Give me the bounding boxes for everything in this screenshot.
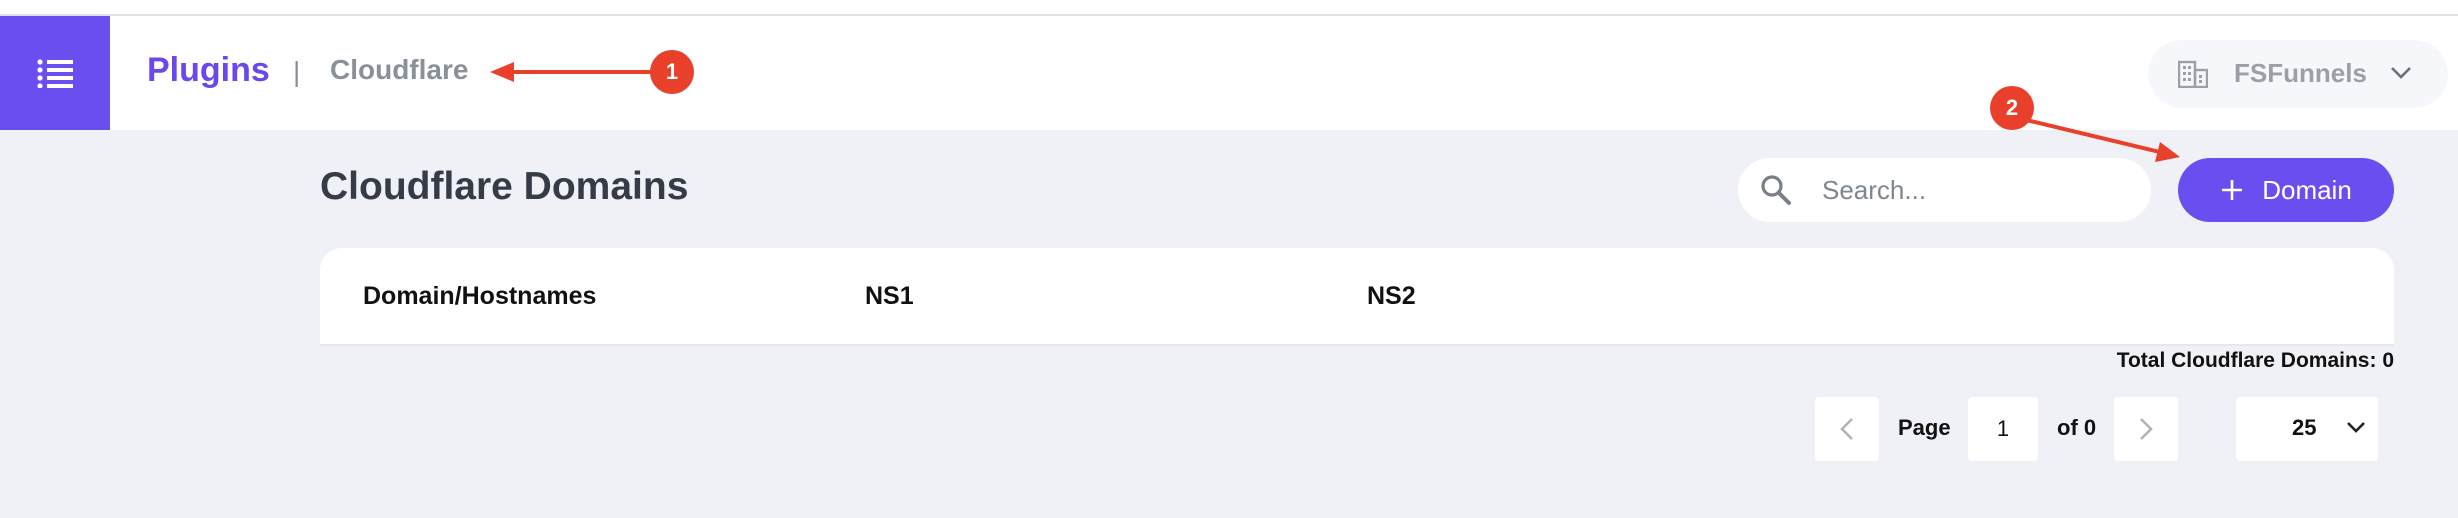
annotation-badge-2: 2 [1990, 86, 2034, 130]
annotation-badge-1: 1 [650, 50, 694, 94]
annotation-arrowhead-1 [490, 62, 514, 82]
annotation-arrows [490, 62, 2180, 162]
annotation-arrow-2 [2017, 116, 2161, 154]
annotation-arrowhead-2 [2155, 142, 2180, 162]
